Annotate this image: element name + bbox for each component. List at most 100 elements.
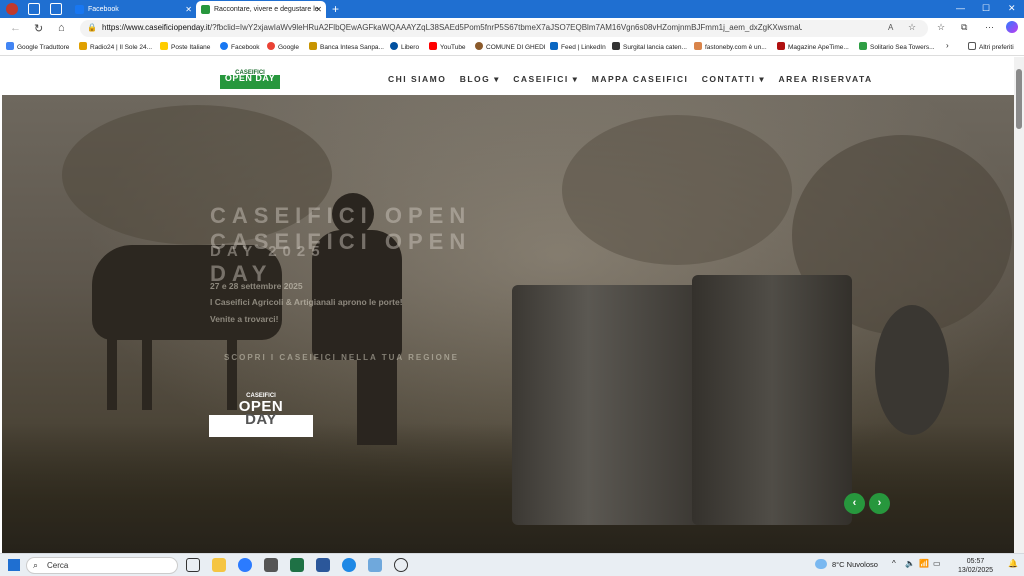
bookmark-item[interactable]: COMUNE DI GHEDI (475, 42, 546, 51)
taskbar-search[interactable]: ⌕ Cerca (26, 557, 178, 574)
discover-cheesemakers-button[interactable]: SCOPRI I CASEIFICI NELLA TUA REGIONE (224, 353, 459, 362)
caseifici-favicon-icon (201, 5, 210, 14)
close-tab-icon[interactable]: ✕ (185, 1, 192, 18)
intesa-icon (309, 42, 317, 50)
youtube-icon (429, 42, 437, 50)
menu-mappa-caseifici[interactable]: MAPPA CASEIFICI (592, 74, 689, 84)
more-icon[interactable]: ⋯ (985, 22, 994, 33)
chatgpt-icon[interactable] (394, 558, 408, 572)
volume-icon[interactable]: 🔈 (905, 559, 915, 568)
wifi-icon[interactable]: 📶 (919, 559, 929, 568)
windows-taskbar: ⌕ Cerca 8°C Nuvoloso ^ 🔈 📶 ▭ 05:57 13/02… (0, 553, 1024, 576)
search-icon: ⌕ (33, 560, 39, 570)
scrollbar-thumb[interactable] (1016, 69, 1022, 129)
lock-icon[interactable]: 🔒 (87, 23, 97, 32)
google-icon (267, 42, 275, 50)
edge-icon[interactable] (342, 558, 356, 572)
word-icon[interactable] (316, 558, 330, 572)
app-icon[interactable] (368, 558, 382, 572)
site-logo[interactable]: CASEIFICI OPEN DAY (220, 63, 280, 91)
menu-caseifici[interactable]: CASEIFICI ▾ (513, 74, 578, 85)
bookmark-item[interactable]: Radio24 | Il Sole 24... (79, 42, 152, 51)
bookmark-item[interactable]: Poste Italiane (160, 42, 210, 51)
menu-area-riservata[interactable]: AREA RISERVATA (778, 74, 872, 84)
workspaces-icon[interactable] (28, 3, 40, 15)
profile-avatar-icon[interactable] (6, 3, 18, 15)
solitario-icon (859, 42, 867, 50)
excel-icon[interactable] (290, 558, 304, 572)
cow-leg (142, 330, 152, 410)
hero-title-line: CASEIFICI OPEN (210, 203, 472, 228)
tab-actions-icon[interactable] (50, 3, 62, 15)
bookmark-item[interactable]: Google (267, 42, 299, 51)
url-text[interactable]: https://www.caseificiopenday.it/?fbclid=… (102, 23, 802, 32)
favorites-icon[interactable]: ☆ (937, 22, 945, 33)
folder-icon (968, 42, 976, 50)
bookmark-item[interactable]: Magazine ApeTime... (777, 42, 849, 51)
url-bar[interactable]: 🔒 https://www.caseificiopenday.it/?fbcli… (80, 20, 928, 37)
slider-next-button[interactable]: › (869, 493, 890, 514)
new-tab-button[interactable]: + (332, 2, 339, 16)
clock-time: 05:57 (966, 558, 985, 565)
radio24-icon (79, 42, 87, 50)
weather-text[interactable]: 8°C Nuvoloso (832, 560, 878, 569)
logo-big-text: OPEN DAY (224, 73, 276, 83)
milk-can-lid (875, 305, 949, 435)
menu-contatti[interactable]: CONTATTI ▾ (702, 74, 765, 85)
address-toolbar: ← ↻ ⌂ 🔒 https://www.caseificiopenday.it/… (0, 18, 1024, 39)
taskbar-clock[interactable]: 05:57 13/02/2025 (958, 557, 993, 575)
surgital-icon (612, 42, 620, 50)
minimize-button[interactable]: — (956, 3, 965, 13)
favorite-star-icon[interactable]: ☆ (908, 22, 916, 33)
bookmark-item[interactable]: Banca Intesa Sanpa... (309, 42, 384, 51)
clock-date: 13/02/2025 (958, 567, 994, 574)
back-icon[interactable]: ← (10, 22, 21, 34)
bookmark-item[interactable]: Solitario Sea Towers... (859, 42, 935, 51)
bookmark-item[interactable]: Feed | LinkedIn (550, 42, 606, 51)
menu-chi-siamo[interactable]: CHI SIAMO (388, 74, 446, 84)
bookmarks-overflow-icon[interactable]: › (946, 41, 949, 50)
bookmark-item[interactable]: Facebook (220, 42, 260, 51)
home-icon[interactable]: ⌂ (58, 22, 65, 34)
read-aloud-icon[interactable]: A (888, 23, 893, 32)
bookmark-item[interactable]: Libero (390, 42, 419, 51)
task-view-icon[interactable] (186, 558, 200, 572)
other-favorites-folder[interactable]: Altri preferiti (968, 42, 1014, 51)
slider-prev-button[interactable]: ‹ (844, 493, 865, 514)
weather-icon (815, 559, 827, 569)
menu-blog[interactable]: BLOG ▾ (460, 74, 500, 85)
copilot-icon[interactable] (1006, 21, 1018, 33)
notifications-icon[interactable]: 🔔 (1008, 559, 1018, 568)
open-day-badge: CASEIFICI OPEN DAY (209, 383, 313, 443)
solitaire-icon[interactable] (264, 558, 278, 572)
milk-can (512, 285, 702, 525)
comune-icon (475, 42, 483, 50)
windows-start-icon[interactable] (8, 559, 20, 571)
battery-icon[interactable]: ▭ (933, 559, 941, 568)
tab-caseifici[interactable]: Raccontare, vivere e degustare le ✕ (196, 1, 326, 18)
extensions-icon[interactable]: ⧉ (961, 22, 967, 33)
app-icon[interactable] (238, 558, 252, 572)
website: CASEIFICI OPEN DAY CHI SIAMO BLOG ▾ CASE… (2, 57, 1014, 553)
hero-title-line: DAY 2025 (210, 243, 326, 260)
cow-leg (107, 330, 117, 410)
tray-expand-icon[interactable]: ^ (892, 559, 896, 568)
page-scrollbar[interactable] (1014, 57, 1024, 553)
main-menu: CHI SIAMO BLOG ▾ CASEIFICI ▾ MAPPA CASEI… (388, 71, 883, 85)
magazine-icon (777, 42, 785, 50)
bookmark-item[interactable]: Google Traduttore (6, 42, 69, 51)
tab-facebook[interactable]: Facebook ✕ (70, 1, 196, 18)
hero-tagline: I Caseifici Agricoli & Artigianali apron… (210, 297, 403, 307)
poste-icon (160, 42, 168, 50)
bookmark-item[interactable]: Surgital lancia caten... (612, 42, 687, 51)
bookmark-item[interactable]: YouTube (429, 42, 466, 51)
file-explorer-icon[interactable] (212, 558, 226, 572)
refresh-icon[interactable]: ↻ (34, 22, 43, 35)
close-window-button[interactable]: ✕ (1008, 3, 1016, 14)
badge-line2: DAY (245, 411, 277, 428)
hero-slider: CASEIFICI OPEN CASEIFICI OPEN DAY 2025 D… (2, 95, 1014, 553)
maximize-button[interactable]: ☐ (982, 3, 990, 14)
fastoneby-icon (694, 42, 702, 50)
bookmark-item[interactable]: fastoneby.com è un... (694, 42, 767, 51)
close-tab-icon[interactable]: ✕ (315, 1, 322, 18)
